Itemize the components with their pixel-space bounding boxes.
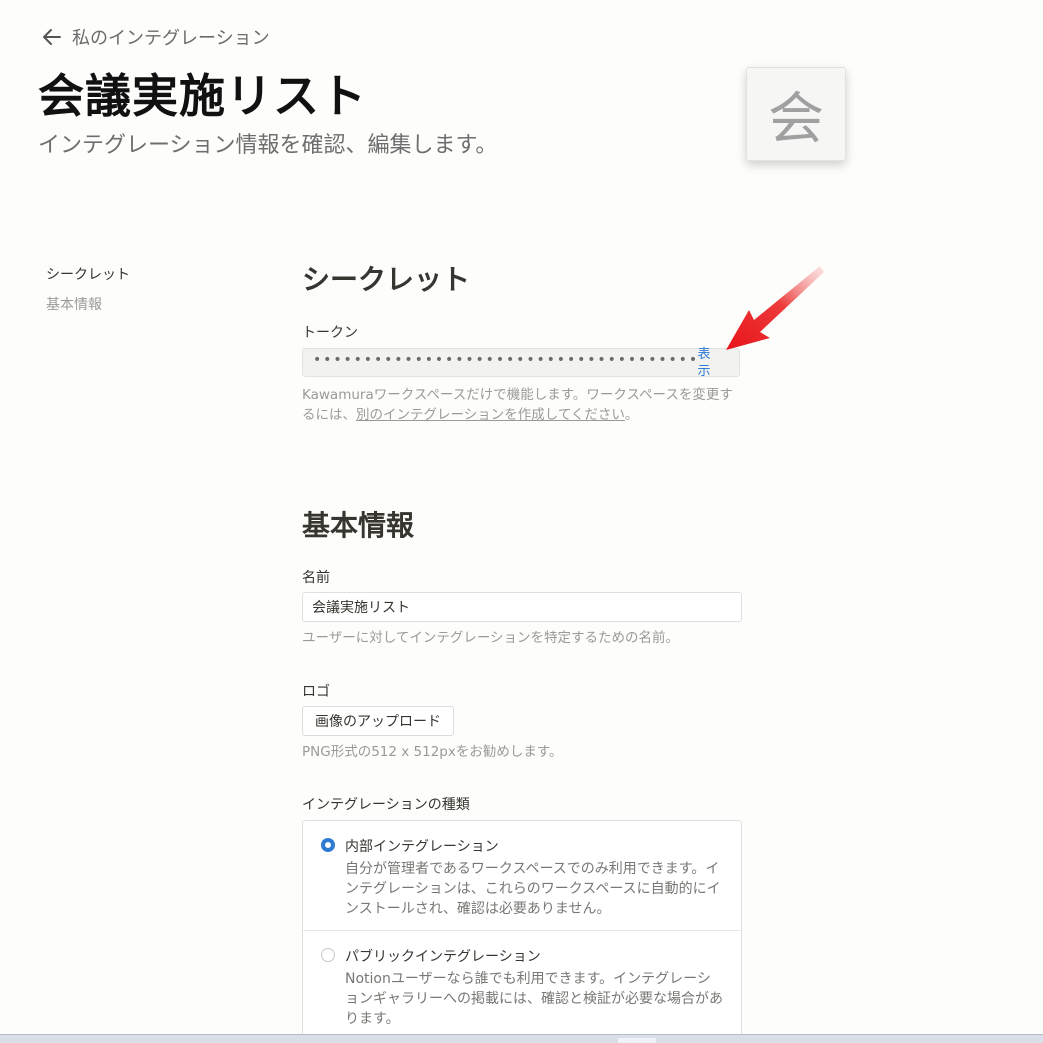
sidebar-item-secret[interactable]: シークレット bbox=[46, 264, 130, 284]
page-subtitle: インテグレーション情報を確認、編集します。 bbox=[38, 133, 498, 158]
taskbar-item[interactable] bbox=[618, 1038, 656, 1043]
token-helper-suffix: 。 bbox=[624, 407, 639, 423]
integration-logo[interactable]: 会 bbox=[746, 67, 846, 161]
integration-type-label: インテグレーションの種類 bbox=[302, 797, 470, 813]
type-option-description: Notionユーザーなら誰でも利用できます。インテグレーションギャラリーへの掲載… bbox=[345, 971, 723, 1027]
sidebar-item-basic-info[interactable]: 基本情報 bbox=[46, 294, 130, 314]
type-option-internal[interactable]: 内部インテグレーション 自分が管理者であるワークスペースでのみ利用できます。イン… bbox=[303, 821, 741, 931]
name-helper-text: ユーザーに対してインテグレーションを特定するための名前。 bbox=[302, 630, 680, 646]
name-input[interactable] bbox=[302, 592, 742, 622]
integration-logo-char: 会 bbox=[768, 86, 824, 152]
radio-internal[interactable] bbox=[321, 838, 335, 852]
basic-info-section-heading: 基本情報 bbox=[302, 509, 415, 542]
type-option-public[interactable]: パブリックインテグレーション Notionユーザーなら誰でも利用できます。インテ… bbox=[303, 931, 741, 1043]
back-link[interactable]: 私のインテグレーション bbox=[40, 24, 270, 50]
token-masked-value: •••••••••••••••••••••••••••••••••••••• bbox=[313, 352, 699, 368]
integration-type-options: 内部インテグレーション 自分が管理者であるワークスペースでのみ利用できます。イン… bbox=[302, 820, 742, 1043]
create-another-integration-link[interactable]: 別のインテグレーションを作成してください bbox=[356, 407, 625, 423]
token-field[interactable]: •••••••••••••••••••••••••••••••••••••• 表… bbox=[302, 346, 740, 380]
radio-public[interactable] bbox=[321, 948, 335, 962]
logo-helper-text: PNG形式の512 x 512pxをお勧めします。 bbox=[302, 744, 563, 760]
upload-image-button[interactable]: 画像のアップロード bbox=[302, 706, 454, 736]
type-option-description: 自分が管理者であるワークスペースでのみ利用できます。インテグレーションは、これら… bbox=[345, 861, 721, 917]
integration-settings-page: 私のインテグレーション 会議実施リスト インテグレーション情報を確認、編集します… bbox=[0, 0, 1043, 1043]
red-arrow-annotation bbox=[726, 266, 824, 350]
type-option-title: 内部インテグレーション bbox=[345, 839, 499, 855]
back-link-label: 私のインテグレーション bbox=[72, 28, 270, 49]
page-title: 会議実施リスト bbox=[38, 69, 367, 123]
sidebar-nav: シークレット 基本情報 bbox=[46, 264, 130, 314]
type-option-title: パブリックインテグレーション bbox=[345, 949, 541, 965]
secret-section-heading: シークレット bbox=[302, 263, 471, 296]
name-label: 名前 bbox=[302, 570, 330, 586]
token-helper-text: Kawamuraワークスペースだけで機能します。ワークスペースを変更するには、別… bbox=[302, 385, 742, 425]
show-token-button[interactable]: 表示 bbox=[695, 346, 713, 380]
logo-label: ロゴ bbox=[302, 684, 330, 700]
os-taskbar bbox=[0, 1034, 1043, 1043]
token-label: トークン bbox=[302, 325, 358, 341]
arrow-left-icon bbox=[43, 29, 61, 45]
